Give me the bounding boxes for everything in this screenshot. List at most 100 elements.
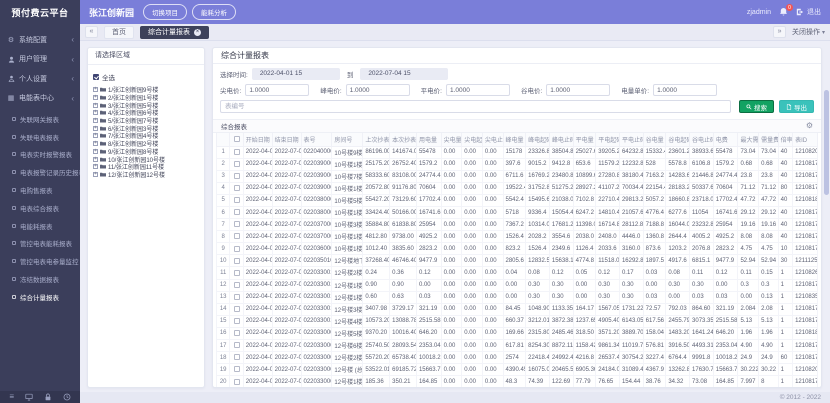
row-checkbox[interactable] — [234, 161, 240, 167]
row-checkbox[interactable] — [234, 342, 240, 348]
row-checkbox[interactable] — [234, 221, 240, 227]
select-all-row[interactable]: 全选 — [93, 72, 199, 82]
table-cell: 13262.85 — [666, 364, 690, 376]
table-cell: 0.00 — [573, 279, 596, 291]
date-to-input[interactable]: 2022-07-04 15 — [360, 68, 448, 80]
table-cell: 11054 — [690, 206, 714, 218]
row-checkbox[interactable] — [234, 282, 240, 288]
sidebar-subitem[interactable]: 综合计量报表 — [0, 288, 80, 306]
close-operations-dropdown[interactable]: 关闭操作 ▾ — [792, 27, 825, 37]
sidebar-subitem[interactable]: 电表实时报警报表 — [0, 146, 80, 164]
row-checkbox[interactable] — [234, 233, 240, 239]
logout-button[interactable]: 退出 — [796, 7, 821, 17]
expand-icon[interactable]: + — [93, 95, 98, 100]
tabs-scroll-left-button[interactable]: « — [85, 26, 98, 38]
tree-node[interactable]: +4/张江创新园6号楼 — [93, 109, 199, 117]
sidebar-subitem[interactable]: 冻结数据报表 — [0, 270, 80, 288]
price-input[interactable] — [346, 84, 410, 96]
expand-icon[interactable]: + — [93, 103, 98, 108]
tree-node[interactable]: +10/张江创新园10号楼 — [93, 155, 199, 163]
price-input[interactable] — [245, 84, 309, 96]
row-checkbox[interactable] — [234, 173, 240, 179]
lock-icon[interactable] — [44, 393, 52, 401]
header-checkbox[interactable] — [234, 136, 240, 142]
date-from-input[interactable]: 2022-04-01 15 — [252, 68, 340, 80]
tab-home[interactable]: 首页 — [104, 26, 134, 39]
topbar-right: zjadmin 0 退出 — [747, 7, 821, 17]
row-checkbox[interactable] — [234, 185, 240, 191]
tree-node[interactable]: +1/张江创新园9号楼 — [93, 86, 199, 94]
row-checkbox[interactable] — [234, 294, 240, 300]
energy-analysis-button[interactable]: 能耗分析 — [192, 4, 236, 20]
tree-node[interactable]: +5/张江创新园7号楼 — [93, 117, 199, 125]
expand-icon[interactable]: + — [93, 118, 98, 123]
row-checkbox[interactable] — [234, 149, 240, 155]
tree-node[interactable]: +11/张江创新园11号楼 — [93, 163, 199, 171]
table-cell: 60 — [778, 352, 792, 364]
row-checkbox[interactable] — [234, 270, 240, 276]
sidebar-item-0[interactable]: ⚙系统配置‹ — [0, 30, 80, 50]
sidebar-subitem[interactable]: 电购售报表 — [0, 181, 80, 199]
row-checkbox[interactable] — [234, 379, 240, 385]
sidebar-item-3[interactable]: ▦电能表中心‹ — [0, 89, 80, 109]
monitor-icon[interactable] — [25, 393, 33, 401]
row-checkbox[interactable] — [234, 318, 240, 324]
table-cell: 58333.60 — [363, 170, 390, 182]
close-tab-icon[interactable]: × — [194, 29, 201, 36]
sidebar-subitem[interactable]: 电能耗报表 — [0, 217, 80, 235]
expand-icon[interactable]: + — [93, 172, 98, 177]
clock-icon[interactable] — [63, 393, 71, 401]
table-cell: 12号楼1楼高 — [332, 291, 363, 303]
notification-bell-icon[interactable]: 0 — [779, 7, 788, 17]
price-input[interactable] — [546, 84, 610, 96]
tree-node[interactable]: +7/张江创新园4号楼 — [93, 132, 199, 140]
table-cell: 29.12 — [738, 206, 759, 218]
row-checkbox[interactable] — [234, 197, 240, 203]
expand-icon[interactable]: + — [93, 87, 98, 92]
meter-number-input[interactable] — [220, 100, 731, 113]
tree-node[interactable]: +2/张江创新园1号楼 — [93, 94, 199, 102]
row-checkbox[interactable] — [234, 246, 240, 252]
table-cell: 21446.8 — [690, 170, 714, 182]
select-all-checkbox[interactable] — [93, 74, 99, 80]
sidebar-subitem[interactable]: 管控电表能耗报表 — [0, 235, 80, 253]
expand-icon[interactable]: + — [93, 133, 98, 138]
switch-project-button[interactable]: 切换项目 — [143, 4, 187, 20]
expand-icon[interactable]: + — [93, 110, 98, 115]
sidebar-subitem[interactable]: 失联网关报表 — [0, 110, 80, 128]
vertical-scrollbar[interactable] — [824, 90, 829, 195]
expand-icon[interactable]: + — [93, 141, 98, 146]
price-input[interactable] — [446, 84, 510, 96]
gear-icon[interactable]: ⚙ — [806, 122, 813, 130]
bullet-icon — [12, 241, 16, 245]
tabs-scroll-right-button[interactable]: » — [773, 26, 786, 38]
row-checkbox[interactable] — [234, 354, 240, 360]
search-button[interactable]: 搜索 — [739, 100, 774, 113]
expand-icon[interactable]: + — [93, 149, 98, 154]
price-input[interactable] — [653, 84, 717, 96]
chevron-left-icon: ‹ — [71, 94, 74, 103]
table-cell: 40 — [778, 219, 792, 231]
sidebar-subitem[interactable]: 管控电表电参量监控 — [0, 252, 80, 270]
hamburger-icon[interactable]: ≡ — [9, 393, 14, 401]
expand-icon[interactable]: + — [93, 164, 98, 169]
expand-icon[interactable]: + — [93, 126, 98, 131]
tab-active-report[interactable]: 综合计量报表 × — [140, 26, 209, 39]
tree-node[interactable]: +8/张江创新园2号楼 — [93, 140, 199, 148]
tree-node[interactable]: +9/张江创新园8号楼 — [93, 148, 199, 156]
tree-node[interactable]: +12/张江创新园12号楼 — [93, 171, 199, 179]
row-checkbox[interactable] — [234, 306, 240, 312]
sidebar-subitem[interactable]: 电表报警记录历史报表 — [0, 163, 80, 181]
sidebar-subitem[interactable]: 失联电表报表 — [0, 128, 80, 146]
row-checkbox[interactable] — [234, 330, 240, 336]
expand-icon[interactable]: + — [93, 157, 98, 162]
export-button[interactable]: 导出 — [779, 100, 814, 113]
row-checkbox[interactable] — [234, 209, 240, 215]
sidebar-item-2[interactable]: 个人设置‹ — [0, 69, 80, 89]
row-checkbox[interactable] — [234, 366, 240, 372]
tree-node[interactable]: +3/张江创新园5号楼 — [93, 101, 199, 109]
sidebar-item-1[interactable]: 用户管理‹ — [0, 50, 80, 70]
row-checkbox[interactable] — [234, 258, 240, 264]
sidebar-subitem[interactable]: 电表综合报表 — [0, 199, 80, 217]
tree-node[interactable]: +6/张江创新园3号楼 — [93, 124, 199, 132]
